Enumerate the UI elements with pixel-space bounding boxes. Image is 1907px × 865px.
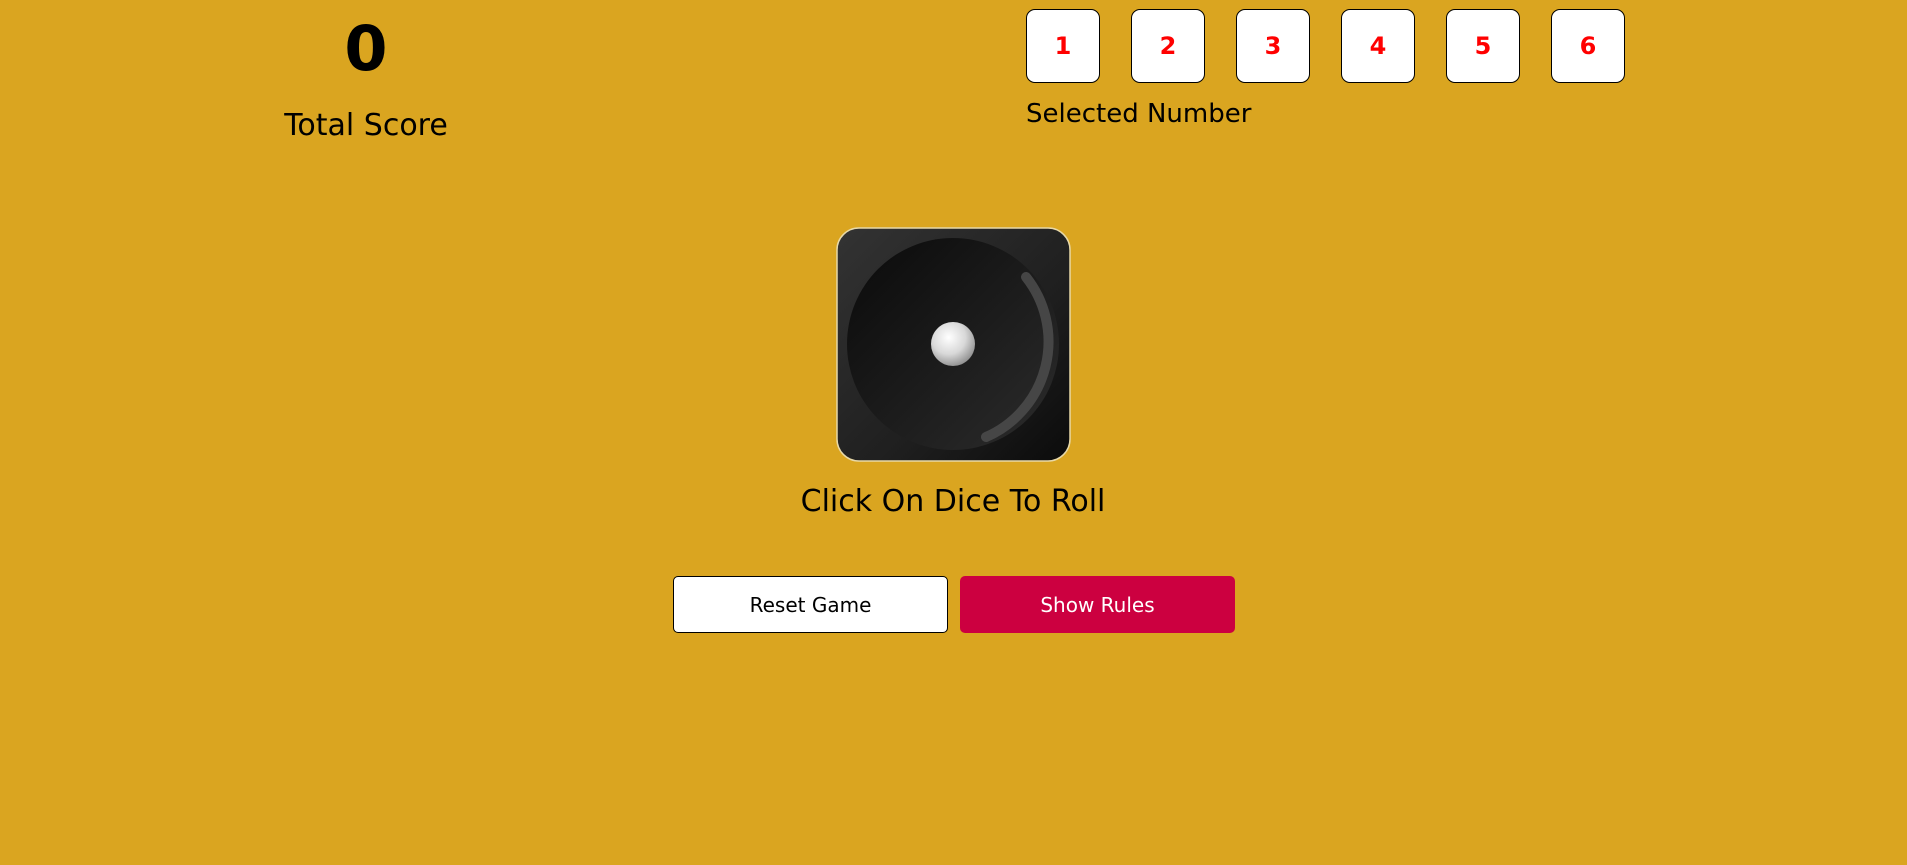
- dice-one-icon: [836, 227, 1071, 462]
- number-option-4[interactable]: 4: [1341, 9, 1415, 83]
- total-score-panel: 0 Total Score: [282, 8, 450, 146]
- game-actions: Reset Game Show Rules: [673, 576, 1235, 633]
- reset-game-button[interactable]: Reset Game: [673, 576, 948, 633]
- number-option-3[interactable]: 3: [1236, 9, 1310, 83]
- number-options: 1 2 3 4 5 6: [1026, 9, 1625, 83]
- number-option-5[interactable]: 5: [1446, 9, 1520, 83]
- number-option-1[interactable]: 1: [1026, 9, 1100, 83]
- number-option-6[interactable]: 6: [1551, 9, 1625, 83]
- total-score-label: Total Score: [284, 108, 448, 143]
- roll-instruction: Click On Dice To Roll: [800, 484, 1106, 519]
- total-score-value: 0: [344, 12, 388, 85]
- selected-number-label: Selected Number: [1026, 99, 1252, 129]
- number-selector: 1 2 3 4 5 6 Selected Number: [1026, 9, 1625, 131]
- show-rules-button[interactable]: Show Rules: [960, 576, 1235, 633]
- number-option-2[interactable]: 2: [1131, 9, 1205, 83]
- dice-button[interactable]: [836, 227, 1071, 462]
